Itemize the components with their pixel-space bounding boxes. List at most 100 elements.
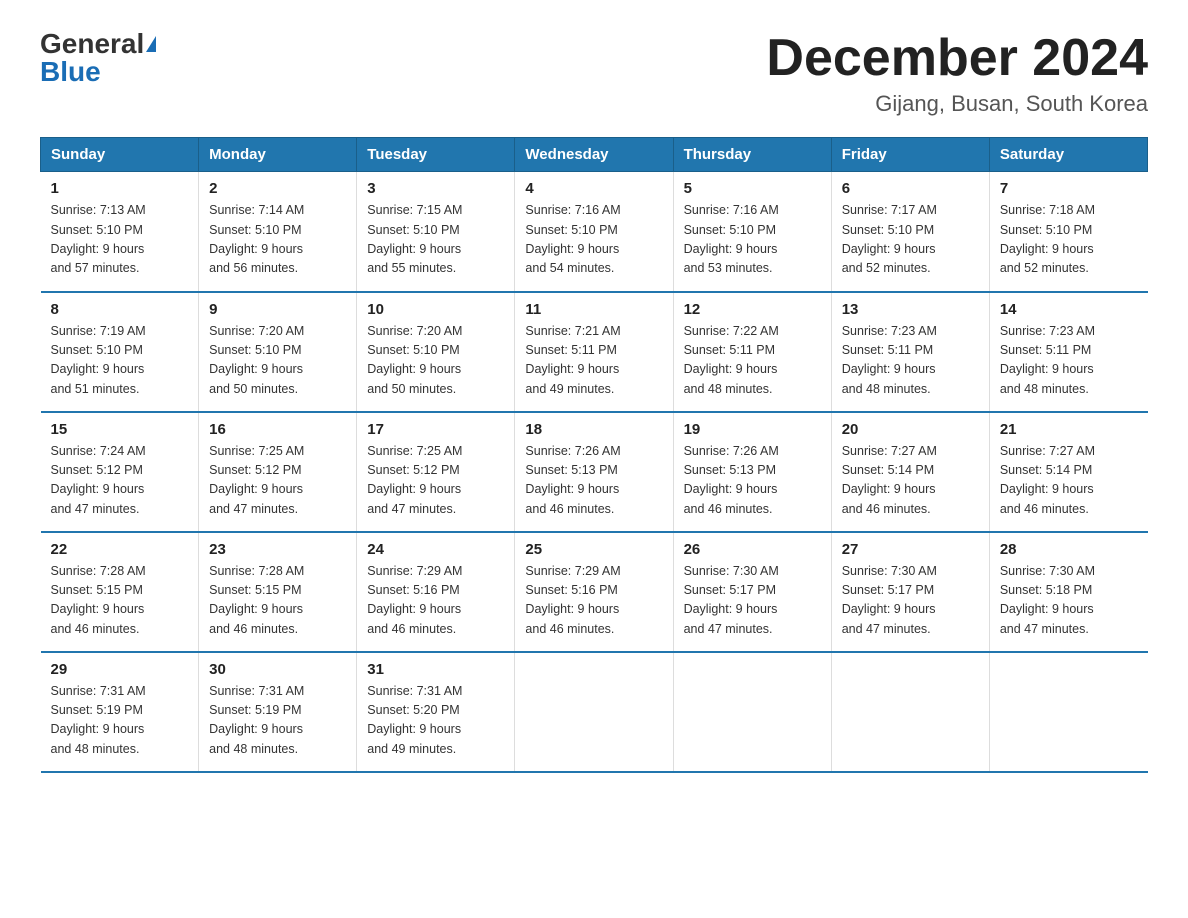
calendar-week-3: 15Sunrise: 7:24 AMSunset: 5:12 PMDayligh…	[41, 412, 1148, 532]
day-info: Sunrise: 7:31 AMSunset: 5:20 PMDaylight:…	[367, 682, 504, 760]
day-number: 28	[1000, 541, 1138, 558]
calendar-cell	[673, 652, 831, 772]
calendar-cell: 13 Sunrise: 7:23 AMSunset: 5:11 PMDayligh…	[831, 292, 989, 412]
header-row: SundayMondayTuesdayWednesdayThursdayFrid…	[41, 138, 1148, 172]
calendar-cell: 31 Sunrise: 7:31 AMSunset: 5:20 PMDayligh…	[357, 652, 515, 772]
day-number: 7	[1000, 180, 1138, 197]
calendar-cell: 20 Sunrise: 7:27 AMSunset: 5:14 PMDayligh…	[831, 412, 989, 532]
day-number: 22	[51, 541, 189, 558]
month-title: December 2024	[766, 30, 1148, 87]
day-number: 13	[842, 301, 979, 318]
day-number: 19	[684, 421, 821, 438]
day-number: 9	[209, 301, 346, 318]
calendar-cell	[831, 652, 989, 772]
day-number: 8	[51, 301, 189, 318]
day-info: Sunrise: 7:13 AMSunset: 5:10 PMDaylight:…	[51, 201, 189, 279]
day-info: Sunrise: 7:27 AMSunset: 5:14 PMDaylight:…	[842, 442, 979, 520]
day-info: Sunrise: 7:28 AMSunset: 5:15 PMDaylight:…	[51, 562, 189, 640]
calendar-cell: 17 Sunrise: 7:25 AMSunset: 5:12 PMDayligh…	[357, 412, 515, 532]
day-number: 10	[367, 301, 504, 318]
day-number: 16	[209, 421, 346, 438]
calendar-cell: 4Sunrise: 7:16 AMSunset: 5:10 PMDaylight…	[515, 172, 673, 292]
calendar-cell: 16 Sunrise: 7:25 AMSunset: 5:12 PMDayligh…	[199, 412, 357, 532]
calendar-cell: 27 Sunrise: 7:30 AMSunset: 5:17 PMDayligh…	[831, 532, 989, 652]
day-info: Sunrise: 7:16 AMSunset: 5:10 PMDaylight:…	[684, 201, 821, 279]
day-number: 11	[525, 301, 662, 318]
day-number: 14	[1000, 301, 1138, 318]
header-day-tuesday: Tuesday	[357, 138, 515, 172]
day-info: Sunrise: 7:15 AMSunset: 5:10 PMDaylight:…	[367, 201, 504, 279]
day-info: Sunrise: 7:23 AMSunset: 5:11 PMDaylight:…	[1000, 322, 1138, 400]
header-day-friday: Friday	[831, 138, 989, 172]
header-day-saturday: Saturday	[989, 138, 1147, 172]
day-info: Sunrise: 7:22 AMSunset: 5:11 PMDaylight:…	[684, 322, 821, 400]
calendar-cell: 2 Sunrise: 7:14 AMSunset: 5:10 PMDaylight…	[199, 172, 357, 292]
calendar-cell: 11 Sunrise: 7:21 AMSunset: 5:11 PMDayligh…	[515, 292, 673, 412]
day-number: 17	[367, 421, 504, 438]
day-info: Sunrise: 7:30 AMSunset: 5:18 PMDaylight:…	[1000, 562, 1138, 640]
day-info: Sunrise: 7:17 AMSunset: 5:10 PMDaylight:…	[842, 201, 979, 279]
day-number: 27	[842, 541, 979, 558]
calendar-week-4: 22 Sunrise: 7:28 AMSunset: 5:15 PMDayligh…	[41, 532, 1148, 652]
calendar-cell: 8 Sunrise: 7:19 AMSunset: 5:10 PMDaylight…	[41, 292, 199, 412]
calendar-cell: 19 Sunrise: 7:26 AMSunset: 5:13 PMDayligh…	[673, 412, 831, 532]
day-info: Sunrise: 7:18 AMSunset: 5:10 PMDaylight:…	[1000, 201, 1138, 279]
calendar-cell: 29Sunrise: 7:31 AMSunset: 5:19 PMDayligh…	[41, 652, 199, 772]
calendar-cell: 23 Sunrise: 7:28 AMSunset: 5:15 PMDayligh…	[199, 532, 357, 652]
day-info: Sunrise: 7:31 AMSunset: 5:19 PMDaylight:…	[51, 682, 189, 760]
calendar-cell: 30Sunrise: 7:31 AMSunset: 5:19 PMDayligh…	[199, 652, 357, 772]
calendar-cell: 25Sunrise: 7:29 AMSunset: 5:16 PMDayligh…	[515, 532, 673, 652]
day-info: Sunrise: 7:14 AMSunset: 5:10 PMDaylight:…	[209, 201, 346, 279]
day-info: Sunrise: 7:25 AMSunset: 5:12 PMDaylight:…	[209, 442, 346, 520]
day-info: Sunrise: 7:26 AMSunset: 5:13 PMDaylight:…	[525, 442, 662, 520]
calendar-cell: 21Sunrise: 7:27 AMSunset: 5:14 PMDayligh…	[989, 412, 1147, 532]
day-number: 3	[367, 180, 504, 197]
day-info: Sunrise: 7:30 AMSunset: 5:17 PMDaylight:…	[684, 562, 821, 640]
day-number: 26	[684, 541, 821, 558]
day-number: 24	[367, 541, 504, 558]
header-day-monday: Monday	[199, 138, 357, 172]
day-info: Sunrise: 7:19 AMSunset: 5:10 PMDaylight:…	[51, 322, 189, 400]
day-info: Sunrise: 7:21 AMSunset: 5:11 PMDaylight:…	[525, 322, 662, 400]
day-number: 6	[842, 180, 979, 197]
calendar-cell: 22 Sunrise: 7:28 AMSunset: 5:15 PMDayligh…	[41, 532, 199, 652]
calendar-cell: 14 Sunrise: 7:23 AMSunset: 5:11 PMDayligh…	[989, 292, 1147, 412]
logo: General Blue	[40, 30, 156, 86]
day-number: 23	[209, 541, 346, 558]
day-info: Sunrise: 7:25 AMSunset: 5:12 PMDaylight:…	[367, 442, 504, 520]
calendar-cell: 7 Sunrise: 7:18 AMSunset: 5:10 PMDaylight…	[989, 172, 1147, 292]
calendar-cell: 26 Sunrise: 7:30 AMSunset: 5:17 PMDayligh…	[673, 532, 831, 652]
calendar-cell: 15Sunrise: 7:24 AMSunset: 5:12 PMDayligh…	[41, 412, 199, 532]
title-block: December 2024 Gijang, Busan, South Korea	[766, 30, 1148, 117]
logo-general-text: General	[40, 30, 144, 58]
day-number: 20	[842, 421, 979, 438]
calendar-week-1: 1 Sunrise: 7:13 AMSunset: 5:10 PMDaylight…	[41, 172, 1148, 292]
calendar-cell: 10Sunrise: 7:20 AMSunset: 5:10 PMDayligh…	[357, 292, 515, 412]
day-info: Sunrise: 7:31 AMSunset: 5:19 PMDaylight:…	[209, 682, 346, 760]
day-info: Sunrise: 7:20 AMSunset: 5:10 PMDaylight:…	[209, 322, 346, 400]
day-info: Sunrise: 7:29 AMSunset: 5:16 PMDaylight:…	[367, 562, 504, 640]
day-number: 21	[1000, 421, 1138, 438]
calendar-cell: 28 Sunrise: 7:30 AMSunset: 5:18 PMDayligh…	[989, 532, 1147, 652]
logo-blue-text: Blue	[40, 58, 101, 86]
calendar-cell: 12 Sunrise: 7:22 AMSunset: 5:11 PMDayligh…	[673, 292, 831, 412]
header-day-sunday: Sunday	[41, 138, 199, 172]
day-number: 2	[209, 180, 346, 197]
day-info: Sunrise: 7:28 AMSunset: 5:15 PMDaylight:…	[209, 562, 346, 640]
calendar-table: SundayMondayTuesdayWednesdayThursdayFrid…	[40, 137, 1148, 773]
calendar-cell	[989, 652, 1147, 772]
calendar-cell	[515, 652, 673, 772]
day-number: 1	[51, 180, 189, 197]
header-day-thursday: Thursday	[673, 138, 831, 172]
calendar-week-5: 29Sunrise: 7:31 AMSunset: 5:19 PMDayligh…	[41, 652, 1148, 772]
day-number: 18	[525, 421, 662, 438]
day-number: 31	[367, 661, 504, 678]
day-info: Sunrise: 7:23 AMSunset: 5:11 PMDaylight:…	[842, 322, 979, 400]
logo-triangle-icon	[146, 36, 156, 52]
day-number: 4	[525, 180, 662, 197]
day-info: Sunrise: 7:30 AMSunset: 5:17 PMDaylight:…	[842, 562, 979, 640]
day-number: 15	[51, 421, 189, 438]
location-text: Gijang, Busan, South Korea	[766, 91, 1148, 117]
day-info: Sunrise: 7:26 AMSunset: 5:13 PMDaylight:…	[684, 442, 821, 520]
day-number: 12	[684, 301, 821, 318]
